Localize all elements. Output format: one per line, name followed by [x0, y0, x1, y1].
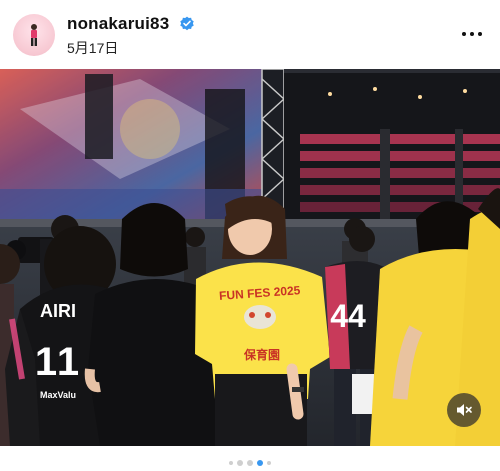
speaker-muted-icon — [457, 404, 472, 416]
red-jersey-number: 44 — [330, 298, 366, 334]
carousel-dot[interactable] — [229, 461, 233, 465]
arena-seats — [284, 69, 500, 219]
avatar-figure-icon — [31, 24, 37, 46]
username[interactable]: nonakarui83 — [67, 14, 169, 34]
avatar[interactable] — [13, 14, 55, 56]
carousel-dot[interactable] — [247, 460, 253, 466]
mute-toggle-button[interactable] — [447, 393, 481, 427]
jersey-number: 11 — [35, 340, 81, 384]
verified-badge-icon — [180, 16, 194, 31]
shirt-print-bottom: 保育園 — [243, 347, 280, 362]
more-options-icon[interactable] — [460, 23, 484, 45]
carousel-indicator — [0, 458, 500, 468]
carousel-dot[interactable] — [237, 460, 243, 466]
post-media[interactable]: AIRI 11 MaxValu FUN FES 2025 保育園 44 — [0, 69, 500, 446]
jersey-name: AIRI — [40, 301, 76, 321]
post-header: nonakarui83 5月17日 — [0, 0, 500, 68]
jersey-sponsor: MaxValu — [40, 390, 76, 400]
carousel-dot[interactable] — [267, 461, 271, 465]
led-screen — [0, 69, 262, 219]
post-date: 5月17日 — [67, 40, 119, 56]
event-photo: AIRI 11 MaxValu FUN FES 2025 保育園 44 — [0, 69, 500, 446]
carousel-dot[interactable] — [257, 460, 263, 466]
